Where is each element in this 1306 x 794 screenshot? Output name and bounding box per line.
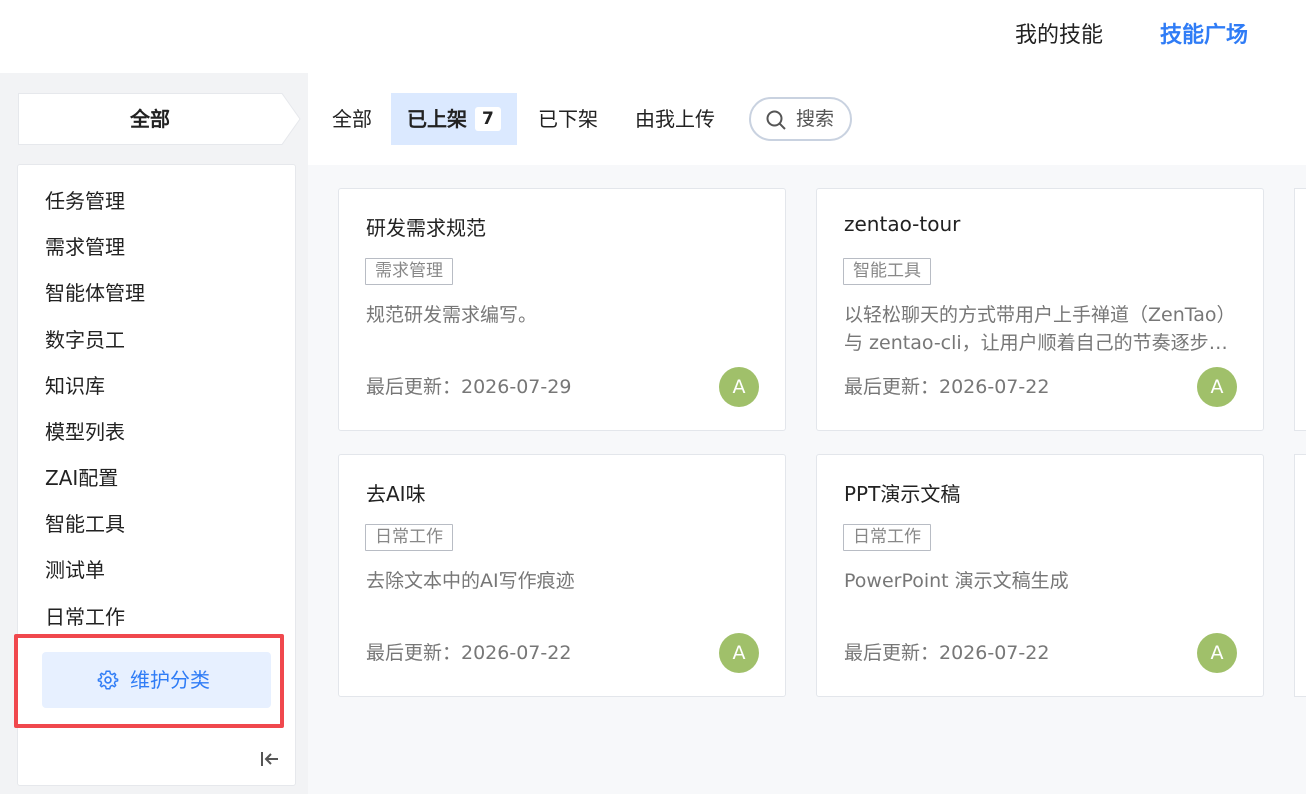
sidebar-item-smart-tools[interactable]: 智能工具 (45, 511, 125, 537)
skill-card[interactable]: PPT演示文稿 日常工作 PowerPoint 演示文稿生成 最后更新：2026… (816, 454, 1264, 697)
card-description: PowerPoint 演示文稿生成 (844, 570, 1069, 592)
tab-listed[interactable]: 已上架 7 (391, 93, 517, 145)
avatar: A (719, 633, 759, 673)
card-title: 研发需求规范 (366, 216, 486, 240)
top-bar: 我的技能 技能广场 (0, 0, 1306, 73)
sidebar-item-zai-config[interactable]: ZAI配置 (45, 465, 118, 491)
sidebar-item-agent-management[interactable]: 智能体管理 (45, 280, 145, 306)
tab-listed-label: 已上架 (407, 107, 467, 131)
avatar: A (1197, 633, 1237, 673)
avatar: A (1197, 367, 1237, 407)
tab-all[interactable]: 全部 (332, 93, 372, 145)
count-badge: 7 (475, 107, 501, 131)
collapse-left-icon[interactable] (259, 748, 281, 770)
sidebar-item-requirement-management[interactable]: 需求管理 (45, 234, 125, 260)
search-input[interactable]: 搜索 (749, 97, 852, 141)
card-title: PPT演示文稿 (844, 482, 961, 506)
skill-card-grid: 研发需求规范 需求管理 规范研发需求编写。 最后更新：2026-07-29 A … (308, 165, 1306, 794)
card-category-tag: 日常工作 (365, 524, 453, 551)
avatar: A (719, 367, 759, 407)
card-description: 规范研发需求编写。 (366, 304, 538, 326)
card-category-tag: 智能工具 (843, 258, 931, 285)
card-updated-date: 最后更新：2026-07-22 (844, 376, 1050, 398)
skill-card[interactable]: 研发需求规范 需求管理 规范研发需求编写。 最后更新：2026-07-29 A (338, 188, 786, 431)
card-updated-date: 最后更新：2026-07-22 (366, 642, 572, 664)
sidebar-item-knowledge-base[interactable]: 知识库 (45, 373, 105, 399)
maintain-category-button[interactable]: 维护分类 (42, 652, 271, 708)
card-updated-date: 最后更新：2026-07-22 (844, 642, 1050, 664)
card-title: 去AI味 (366, 482, 426, 506)
search-placeholder: 搜索 (796, 108, 835, 130)
skill-card-partial[interactable] (1294, 188, 1306, 431)
tab-unlisted[interactable]: 已下架 (538, 93, 598, 145)
skill-card-partial[interactable] (1294, 454, 1306, 697)
gear-icon (97, 670, 119, 690)
card-category-tag: 日常工作 (843, 524, 931, 551)
card-updated-date: 最后更新：2026-07-29 (366, 376, 572, 398)
my-skills-link[interactable]: 我的技能 (1015, 22, 1103, 50)
card-title: zentao-tour (844, 212, 961, 236)
category-header-label: 全部 (130, 107, 170, 131)
sidebar-item-test-sheet[interactable]: 测试单 (45, 557, 105, 583)
skill-card[interactable]: zentao-tour 智能工具 以轻松聊天的方式带用户上手禅道（ZenTao）… (816, 188, 1264, 431)
skill-card[interactable]: 去AI味 日常工作 去除文本中的AI写作痕迹 最后更新：2026-07-22 A (338, 454, 786, 697)
card-description: 以轻松聊天的方式带用户上手禅道（ZenTao）与 zentao-cli，让用户顺… (844, 304, 1228, 354)
category-all-header[interactable]: 全部 (18, 93, 301, 145)
skill-plaza-link[interactable]: 技能广场 (1160, 22, 1248, 50)
tab-uploaded-by-me[interactable]: 由我上传 (635, 93, 715, 145)
search-icon (766, 110, 786, 130)
category-sidebar: 任务管理 需求管理 智能体管理 数字员工 知识库 模型列表 ZAI配置 智能工具… (17, 164, 296, 786)
card-description: 去除文本中的AI写作痕迹 (366, 570, 575, 592)
card-category-tag: 需求管理 (365, 258, 453, 285)
sidebar-item-daily-work[interactable]: 日常工作 (45, 604, 125, 630)
sidebar-item-digital-employee[interactable]: 数字员工 (45, 327, 125, 353)
maintain-category-label: 维护分类 (130, 668, 210, 692)
sidebar-item-task-management[interactable]: 任务管理 (45, 188, 125, 214)
sidebar-item-model-list[interactable]: 模型列表 (45, 419, 125, 445)
filter-tabs: 全部 已上架 7 已下架 由我上传 搜索 (308, 73, 1306, 165)
